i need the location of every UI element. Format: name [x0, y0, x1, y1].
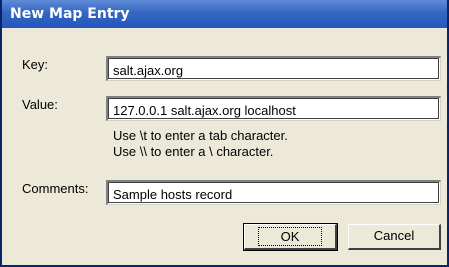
key-input[interactable] [106, 56, 441, 81]
cancel-button[interactable]: Cancel [348, 224, 441, 250]
tab-hint-text: Use \t to enter a tab character. [113, 128, 288, 143]
value-label: Value: [22, 97, 58, 112]
backslash-hint-text: Use \\ to enter a \ character. [113, 144, 274, 159]
value-input[interactable] [106, 96, 441, 121]
comments-label: Comments: [22, 181, 89, 196]
comments-input[interactable] [106, 180, 441, 205]
ok-button[interactable]: OK [243, 223, 338, 251]
new-map-entry-dialog: New Map Entry Key: Value: Use \t to ente… [0, 0, 449, 267]
ok-button-label: OK [257, 227, 323, 246]
dialog-title: New Map Entry [2, 0, 447, 28]
key-label: Key: [22, 57, 49, 72]
